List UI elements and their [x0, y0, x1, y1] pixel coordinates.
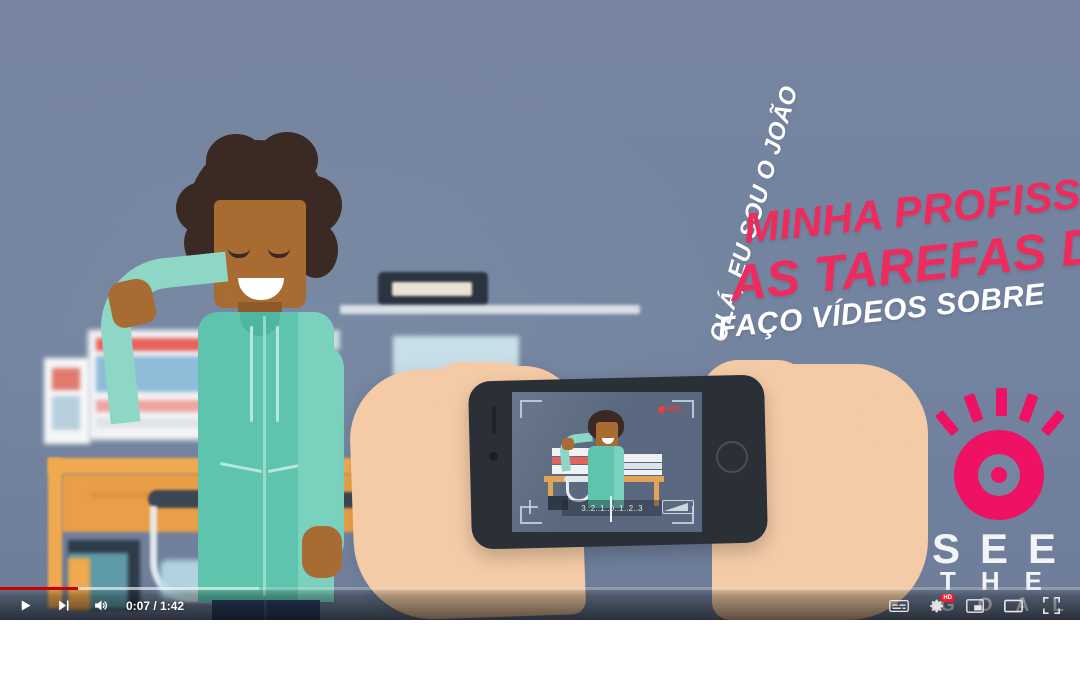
player-control-bar: 0:07 / 1:42 HD: [0, 586, 1080, 620]
mini-fist: [562, 438, 574, 450]
viewfinder-bracket-top-left: [520, 400, 542, 418]
miniplayer-button[interactable]: [956, 591, 994, 620]
mini-book-5: [622, 463, 662, 469]
rec-label: REC: [667, 406, 683, 413]
animated-scene: REC 3..2..1..0..1..2..3 OLÁ, EU SOU O JO…: [0, 0, 1080, 620]
hand-lowered: [302, 526, 342, 578]
zoom-scale-needle: [610, 496, 612, 522]
controls-left-group: 0:07 / 1:42: [0, 591, 192, 620]
youtube-player-page: REC 3..2..1..0..1..2..3 OLÁ, EU SOU O JO…: [0, 0, 1080, 675]
phone-home-button: [716, 441, 748, 473]
poster-small-block-bottom: [52, 396, 80, 430]
logo-ray-5: [1040, 409, 1066, 437]
logo-ray-4: [1018, 392, 1039, 424]
settings-button[interactable]: HD: [918, 591, 956, 620]
hoodie-zipper: [263, 316, 266, 596]
closed-captions-icon: [889, 599, 909, 612]
logo-word-see: SEE: [932, 525, 1077, 572]
logo-ray-1: [934, 409, 960, 437]
mini-book-6: [622, 470, 662, 475]
logo-ray-3: [996, 388, 1007, 416]
control-row: 0:07 / 1:42 HD: [0, 591, 1080, 620]
hd-badge: HD: [941, 594, 954, 602]
subtitles-button[interactable]: [880, 591, 918, 620]
next-track-icon: [58, 600, 69, 611]
controls-right-group: HD: [880, 591, 1080, 620]
play-icon: [21, 600, 30, 611]
progress-bar[interactable]: [0, 586, 1080, 590]
next-button[interactable]: [44, 591, 82, 620]
phone-front-camera: [489, 452, 498, 461]
mini-torso-shade: [614, 446, 624, 508]
rec-indicator: REC: [658, 406, 683, 413]
theater-mode-icon: [1003, 599, 1023, 612]
mini-face: [596, 422, 618, 448]
hoodie-drawstring-left: [250, 326, 253, 422]
video-viewport[interactable]: REC 3..2..1..0..1..2..3 OLÁ, EU SOU O JO…: [0, 0, 1080, 620]
play-button[interactable]: [6, 591, 44, 620]
time-display: 0:07 / 1:42: [126, 598, 185, 613]
viewfinder-crosshair-v: [529, 500, 531, 514]
hand-right-knuckles: [856, 396, 926, 448]
below-player-area: EE THE GOAL - guide for students: [0, 620, 1080, 675]
zoom-scale-label: 3..2..1..0..1..2..3: [581, 503, 643, 513]
hoodie-drawstring-right: [276, 326, 279, 422]
miniplayer-icon: [966, 598, 984, 613]
viewfinder-bracket-bottom-left: [520, 506, 542, 524]
hair-puff-top-right: [256, 132, 318, 188]
viewfinder-zoom-scale: 3..2..1..0..1..2..3: [562, 500, 662, 516]
phone-speaker: [492, 406, 496, 434]
battery-fill: [664, 503, 688, 511]
fullscreen-button[interactable]: [1032, 591, 1070, 620]
volume-icon: [94, 600, 107, 611]
logo-ray-2: [963, 392, 984, 424]
fullscreen-icon: [1042, 597, 1060, 614]
printer-paper: [392, 282, 472, 296]
character-joao: [80, 130, 400, 620]
theater-button[interactable]: [994, 591, 1032, 620]
poster-small-block-top: [52, 368, 80, 390]
mini-book-4: [622, 454, 662, 462]
volume-button[interactable]: [82, 591, 120, 620]
see-the-goal-logo: SEE THE GOAL: [928, 382, 1077, 615]
rec-dot-icon: [658, 406, 665, 413]
progress-played: [0, 587, 78, 590]
logo-eye-pupil: [991, 467, 1007, 483]
